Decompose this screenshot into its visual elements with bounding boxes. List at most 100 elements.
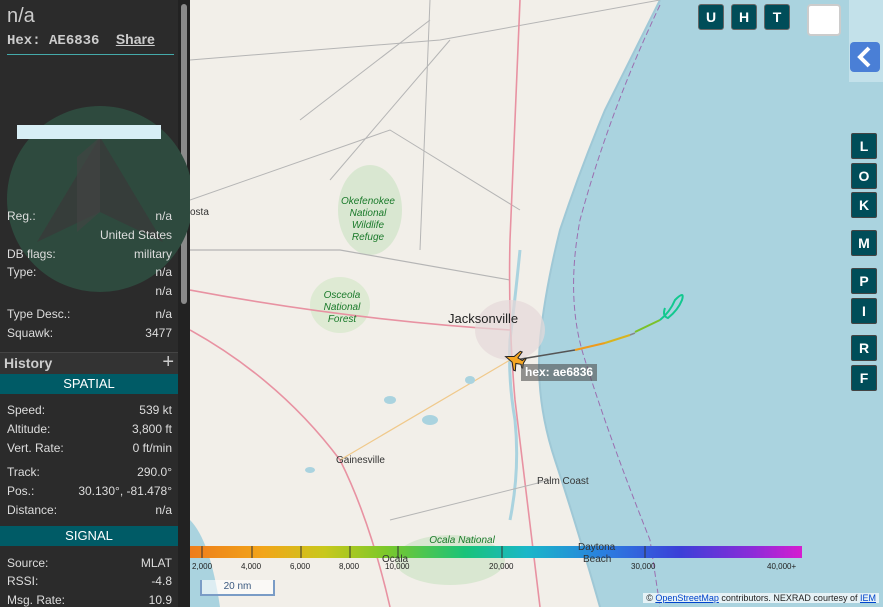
land-area [190, 0, 660, 607]
altitude-key: Altitude: [7, 422, 51, 436]
spatial-section-header: SPATIAL [0, 374, 178, 394]
label-gainesville: Gainesville [336, 455, 385, 466]
toggle-f-button[interactable]: F [851, 365, 877, 391]
toggle-k-button[interactable]: K [851, 192, 877, 218]
vrate-value: 0 ft/min [132, 441, 172, 455]
history-header[interactable]: History + [0, 351, 178, 374]
hex-value: AE6836 [49, 33, 100, 49]
toggle-t-button[interactable]: T [764, 4, 790, 30]
speed-row: Speed: 539 kt [7, 403, 172, 419]
msgrate-key: Msg. Rate: [7, 593, 66, 607]
map-attribution: © OpenStreetMap contributors. NEXRAD cou… [643, 593, 879, 603]
okefenokee-line-1: Okefenokee [341, 196, 395, 207]
osceola-line-2: National [323, 302, 361, 313]
lake-1 [384, 396, 396, 404]
toggle-p-button[interactable]: P [851, 268, 877, 294]
map-canvas[interactable] [190, 0, 883, 607]
track-key: Track: [7, 465, 40, 479]
sidebar-scrollbar[interactable] [178, 0, 190, 607]
sidebar: n/a Hex: AE6836 Share Reg.: n/a United S… [0, 0, 190, 607]
altitude-tick-8000: 8,000 [339, 562, 360, 571]
history-title: History [4, 355, 53, 371]
source-row: Source: MLAT [7, 556, 172, 572]
rssi-row: RSSI: -4.8 [7, 574, 172, 590]
distance-row: Distance: n/a [7, 503, 172, 519]
chevron-left-icon [857, 46, 871, 68]
toggle-u-button[interactable]: U [698, 4, 724, 30]
label-valdosta: osta [190, 207, 209, 218]
altitude-tick-20000: 20,000 [489, 562, 514, 571]
osceola-line-3: Forest [327, 314, 357, 325]
signal-section-header: SIGNAL [0, 526, 178, 546]
label-okefenokee: Okefenokee National Wildlife Refuge [338, 196, 398, 244]
callsign: n/a [7, 5, 35, 27]
squawk-key: Squawk: [7, 326, 54, 340]
altitude-gradient-bar [190, 546, 802, 558]
speed-value: 539 kt [139, 403, 172, 417]
okefenokee-line-3: Wildlife [351, 220, 385, 231]
altitude-tick-10000: 10,000 [385, 562, 410, 571]
reg-value: n/a [155, 209, 172, 223]
aircraft-hex-label[interactable]: hex: ae6836 [521, 364, 598, 381]
toggle-m-button[interactable]: M [851, 230, 877, 256]
toggle-l-button[interactable]: L [851, 133, 877, 159]
toggle-r-button[interactable]: R [851, 335, 877, 361]
altitude-tick-6000: 6,000 [290, 562, 311, 571]
type-row: Type: n/a [7, 265, 172, 281]
country-row: United States [7, 228, 172, 244]
osceola-line-1: Osceola [323, 290, 361, 301]
map-scale-bar: 20 nm [200, 580, 275, 596]
reg-row: Reg.: n/a [7, 209, 172, 225]
hex-label: Hex: [7, 33, 41, 49]
label-palm-coast: Palm Coast [537, 476, 589, 487]
distance-value: n/a [155, 503, 172, 517]
position-row: Pos.: 30.130°, -81.478° [7, 484, 172, 500]
position-value: 30.130°, -81.478° [78, 484, 172, 498]
track-value: 290.0° [137, 465, 172, 479]
rssi-key: RSSI: [7, 574, 39, 588]
header-divider [7, 54, 174, 55]
type-sub-value: n/a [155, 284, 172, 298]
dbflags-value: military [134, 247, 172, 261]
type-sub-row: n/a [7, 284, 172, 300]
label-jacksonville: Jacksonville [448, 311, 519, 326]
reg-key: Reg.: [7, 209, 36, 223]
altitude-row: Altitude: 3,800 ft [7, 422, 172, 438]
type-value: n/a [155, 265, 172, 279]
track-row: Track: 290.0° [7, 465, 172, 481]
speed-key: Speed: [7, 403, 46, 417]
typedesc-key: Type Desc.: [7, 307, 71, 321]
typedesc-row: Type Desc.: n/a [7, 307, 172, 323]
flight-track-gray [629, 332, 636, 336]
history-expand-icon[interactable]: + [162, 351, 174, 374]
msgrate-value: 10.9 [148, 593, 172, 607]
flight-track-orange [574, 342, 606, 351]
label-beach: Beach [583, 554, 612, 565]
layer-toggle-box[interactable] [807, 4, 841, 36]
flight-track-yellow [604, 334, 631, 344]
toggle-h-button[interactable]: H [731, 4, 757, 30]
altitude-value: 3,800 ft [131, 422, 172, 436]
rssi-value: -4.8 [151, 574, 172, 588]
iem-link[interactable]: IEM [860, 593, 876, 603]
copyright-symbol: © [646, 593, 653, 603]
osm-link[interactable]: OpenStreetMap [655, 593, 719, 603]
lake-4 [465, 376, 475, 384]
collapse-sidebar-button[interactable] [850, 42, 880, 72]
altitude-tick-2000: 2,000 [192, 562, 213, 571]
toggle-o-button[interactable]: O [851, 163, 877, 189]
attribution-text: contributors. NEXRAD courtesy of [721, 593, 858, 603]
country-value: United States [99, 228, 172, 242]
msgrate-row: Msg. Rate: 10.9 [7, 593, 172, 607]
okefenokee-line-4: Refuge [351, 232, 385, 243]
dbflags-key: DB flags: [7, 247, 56, 261]
altitude-tick-40000: 40,000+ [767, 562, 797, 571]
map-view[interactable]: Jacksonville Gainesville Palm Coast Dayt… [190, 0, 883, 607]
toggle-i-button[interactable]: I [851, 298, 877, 324]
share-link[interactable]: Share [116, 31, 155, 47]
source-value: MLAT [140, 556, 172, 570]
flight-track-green [634, 319, 661, 333]
label-osceola: Osceola National Forest [316, 290, 368, 326]
label-daytona: Daytona [578, 542, 616, 553]
hex-line: Hex: AE6836 Share [7, 31, 155, 49]
